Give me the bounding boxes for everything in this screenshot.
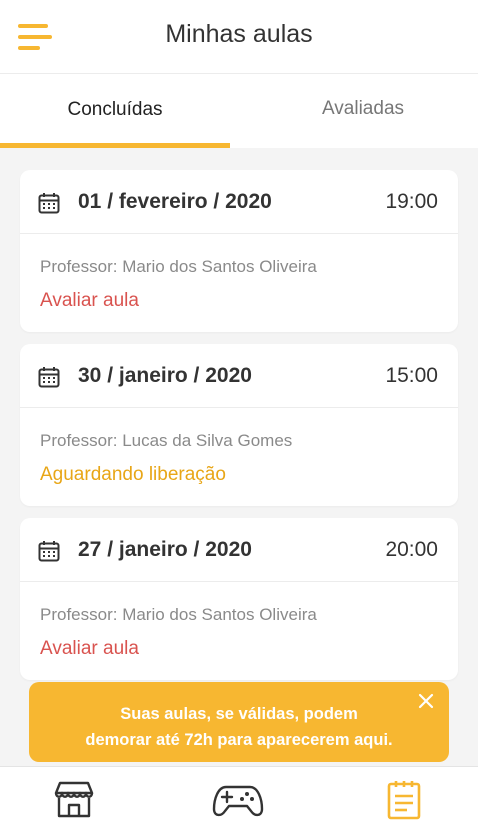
class-card: 30 / janeiro / 2020 15:00 Professor: Luc… xyxy=(20,344,458,506)
class-card-header: 01 / fevereiro / 2020 19:00 xyxy=(20,170,458,234)
class-date: 27 / janeiro / 2020 xyxy=(78,538,252,561)
class-card-header: 27 / janeiro / 2020 20:00 xyxy=(20,518,458,582)
professor-name: Professor: Mario dos Santos Oliveira xyxy=(40,257,317,276)
tab-bar: Concluídas Avaliadas xyxy=(0,74,478,148)
toast-text-line-2: demorar até 72h para aparecerem aqui. xyxy=(85,731,393,749)
professor-name: Professor: Lucas da Silva Gomes xyxy=(40,431,293,450)
page-title: Minhas aulas xyxy=(165,20,313,48)
close-icon[interactable] xyxy=(415,690,437,712)
store-icon[interactable] xyxy=(54,779,94,819)
gamepad-icon[interactable] xyxy=(212,781,264,819)
calendar-icon xyxy=(38,541,60,562)
evaluate-class-link[interactable]: Avaliar aula xyxy=(40,290,139,312)
calendar-icon xyxy=(38,367,60,388)
class-date: 30 / janeiro / 2020 xyxy=(78,364,252,387)
app-header: Minhas aulas xyxy=(0,0,478,74)
class-time: 20:00 xyxy=(385,538,438,561)
bottom-navigation xyxy=(0,766,478,831)
tab-concluidas[interactable]: Concluídas xyxy=(0,74,230,148)
class-card: 27 / janeiro / 2020 20:00 Professor: Mar… xyxy=(20,518,458,680)
awaiting-release-status: Aguardando liberação xyxy=(40,464,226,485)
evaluate-class-link[interactable]: Avaliar aula xyxy=(40,638,139,660)
calendar-icon xyxy=(38,193,60,214)
class-time: 15:00 xyxy=(385,364,438,387)
class-time: 19:00 xyxy=(385,190,438,213)
tab-avaliadas[interactable]: Avaliadas xyxy=(248,74,478,148)
class-date: 01 / fevereiro / 2020 xyxy=(78,190,272,213)
class-card-header: 30 / janeiro / 2020 15:00 xyxy=(20,344,458,408)
professor-name: Professor: Mario dos Santos Oliveira xyxy=(40,605,317,624)
toast-text-line-1: Suas aulas, se válidas, podem xyxy=(120,705,358,723)
clipboard-list-icon[interactable] xyxy=(386,779,422,821)
class-card: 01 / fevereiro / 2020 19:00 Professor: M… xyxy=(20,170,458,332)
info-toast: Suas aulas, se válidas, podem demorar at… xyxy=(29,682,449,762)
